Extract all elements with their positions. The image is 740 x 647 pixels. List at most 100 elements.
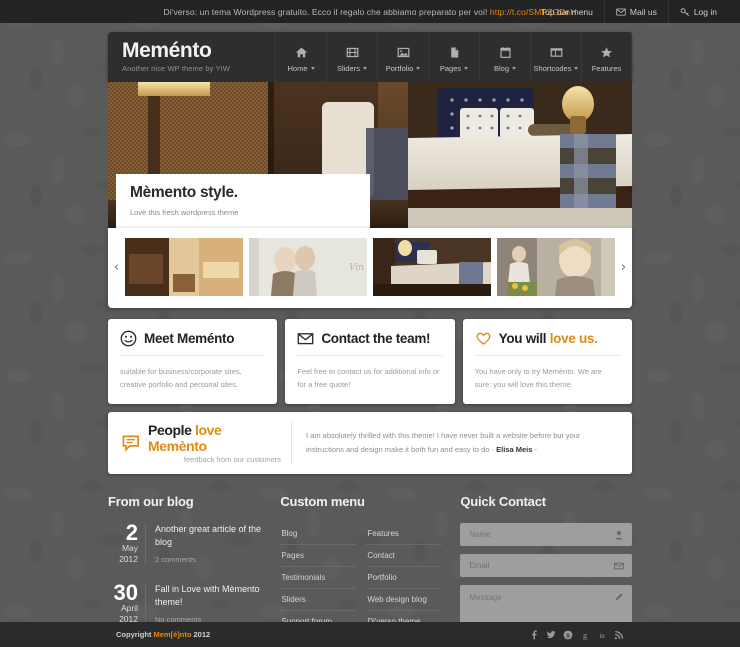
nav-label-sliders: Sliders [337, 63, 360, 73]
googleplus-icon[interactable]: g [580, 630, 590, 640]
site-header: Meménto Another nice WP theme by YIW Hom… [108, 32, 632, 82]
nav-label-features: Features [591, 63, 622, 73]
testimonial-quote-end: - [532, 445, 537, 454]
carousel-next-button[interactable]: › [615, 260, 632, 275]
envelope-icon [616, 7, 626, 17]
twitter-icon[interactable] [546, 630, 556, 640]
copyright-prefix: Copyright [116, 630, 154, 639]
key-icon [680, 7, 690, 17]
feature-box-title: Contact the team! [321, 331, 430, 346]
post-day: 2 [125, 520, 138, 545]
heart-icon [475, 330, 492, 347]
post-body: Another great article of the blog 2 comm… [155, 523, 262, 565]
testimonial-title-plain: People [148, 422, 195, 438]
nav-label-blog: Blog [493, 63, 509, 73]
thumbnail-item[interactable]: Vin [249, 238, 367, 296]
user-icon [614, 530, 624, 540]
svg-text:S: S [566, 633, 570, 639]
name-input[interactable] [460, 523, 633, 546]
menu-link[interactable]: Pages [280, 545, 357, 567]
linkedin-icon[interactable]: in [597, 630, 607, 640]
post-title[interactable]: Another great article of the blog [155, 523, 262, 548]
nav-item-shortcodes[interactable]: Shortcodes [530, 32, 581, 82]
thumb-vintage-couple: Vin [249, 238, 367, 296]
thumbnail-carousel: ‹ Vin › [108, 228, 632, 308]
nav-item-features[interactable]: Features [581, 32, 632, 82]
calendar-icon [499, 46, 512, 59]
nav-item-home[interactable]: Home [275, 32, 326, 82]
post-comments: 2 comments [155, 555, 196, 564]
feature-box-meet: Meet Meménto suitable for business/corpo… [108, 319, 278, 404]
carousel-prev-button[interactable]: ‹ [108, 260, 125, 275]
copyright-brand: Mem[é]nto [153, 630, 192, 639]
post-title[interactable]: Fall in Love with Mèmento theme! [155, 583, 262, 608]
post-date: 2 May 2012 [108, 520, 146, 565]
copyright-text: Copyright Mem[é]nto 2012 [116, 630, 210, 639]
envelope-icon [297, 330, 314, 347]
topbar-message-text: Di'verso: un tema Wordpress gratuito. Ec… [163, 6, 490, 17]
blog-post-item[interactable]: 30 April 2012 Fall in Love with Mèmento … [108, 582, 262, 625]
testimonial-author: Elisa Meis [496, 445, 533, 454]
thumbnail-item[interactable] [373, 238, 491, 296]
nav-item-portfolio[interactable]: Portfolio [377, 32, 428, 82]
main-navigation: Home Sliders Portfolio Pages Blog Shortc… [275, 32, 632, 82]
feature-box-title: You will love us. [499, 331, 598, 346]
page-root: Di'verso: un tema Wordpress gratuito. Ec… [0, 0, 740, 647]
topbar-right-menu: Top bar menu Mail us Log in [530, 0, 728, 23]
thumbnail-item[interactable] [497, 238, 615, 296]
blog-post-item[interactable]: 2 May 2012 Another great article of the … [108, 520, 262, 565]
email-input[interactable] [460, 554, 633, 577]
feature-title-highlight: love us. [549, 331, 598, 346]
site-container: Meménto Another nice WP theme by YIW Hom… [108, 32, 633, 647]
menu-link[interactable]: Contact [366, 545, 443, 567]
chevron-down-icon [362, 66, 367, 70]
menu-link[interactable]: Testimonials [280, 567, 357, 589]
menu-link[interactable]: Features [366, 523, 443, 545]
topbar-message: Di'verso: un tema Wordpress gratuito. Ec… [164, 7, 577, 17]
menu-link[interactable]: Blog [280, 523, 357, 545]
thumb-woman-flowers [497, 238, 615, 296]
hero-slider[interactable]: Mèmento style. Love this fresh wordpress… [108, 82, 632, 228]
widget-title-contact: Quick Contact [460, 494, 546, 509]
topbar-menu-button[interactable]: Top bar menu [530, 0, 604, 23]
chevron-down-icon [512, 66, 516, 70]
nav-item-blog[interactable]: Blog [479, 32, 530, 82]
feature-box-header: Meet Meménto [120, 330, 266, 356]
nav-label-shortcodes: Shortcodes [533, 63, 572, 73]
post-body: Fall in Love with Mèmento theme! No comm… [155, 583, 262, 625]
skype-icon[interactable]: S [563, 630, 573, 640]
feature-box-text: You have only to try Memènto. We are sur… [474, 367, 602, 389]
nav-item-sliders[interactable]: Sliders [326, 32, 377, 82]
thumbnail-item[interactable] [125, 238, 243, 296]
file-icon [448, 46, 461, 59]
chevron-down-icon [464, 66, 469, 70]
email-field-wrapper [460, 554, 633, 577]
nav-item-pages[interactable]: Pages [428, 32, 479, 82]
star-icon [600, 46, 613, 59]
testimonial-subtitle: feedback from our customers [183, 455, 281, 464]
rss-icon[interactable] [614, 630, 624, 640]
widget-title-blog: From our blog [108, 494, 194, 509]
topbar-login-label: Log in [693, 6, 717, 17]
facebook-icon[interactable] [529, 629, 539, 640]
menu-link[interactable]: Sliders [280, 589, 357, 611]
thumb-bedroom-warm [125, 238, 243, 296]
menu-link[interactable]: Web design blog [366, 589, 443, 611]
envelope-icon [614, 561, 624, 571]
topbar-login-button[interactable]: Log in [667, 0, 728, 23]
pencil-icon [614, 592, 624, 602]
topbar-mail-button[interactable]: Mail us [603, 0, 668, 23]
menu-link[interactable]: Portfolio [366, 567, 443, 589]
chevron-down-icon [416, 66, 421, 70]
site-logo: Meménto [122, 39, 212, 62]
feature-title-text: You will [498, 331, 550, 346]
feature-box-header: You will love us. [474, 330, 620, 356]
svg-text:Vin: Vin [349, 263, 364, 273]
feature-title-text: Contact the team! [321, 331, 431, 346]
name-field-wrapper [460, 523, 633, 546]
post-month: April [120, 603, 138, 613]
brand[interactable]: Meménto Another nice WP theme by YIW [108, 32, 275, 82]
hero-title: Mèmento style. [130, 184, 238, 201]
post-date: 30 April 2012 [108, 582, 146, 625]
feature-box-title: Meet Meménto [144, 331, 234, 346]
